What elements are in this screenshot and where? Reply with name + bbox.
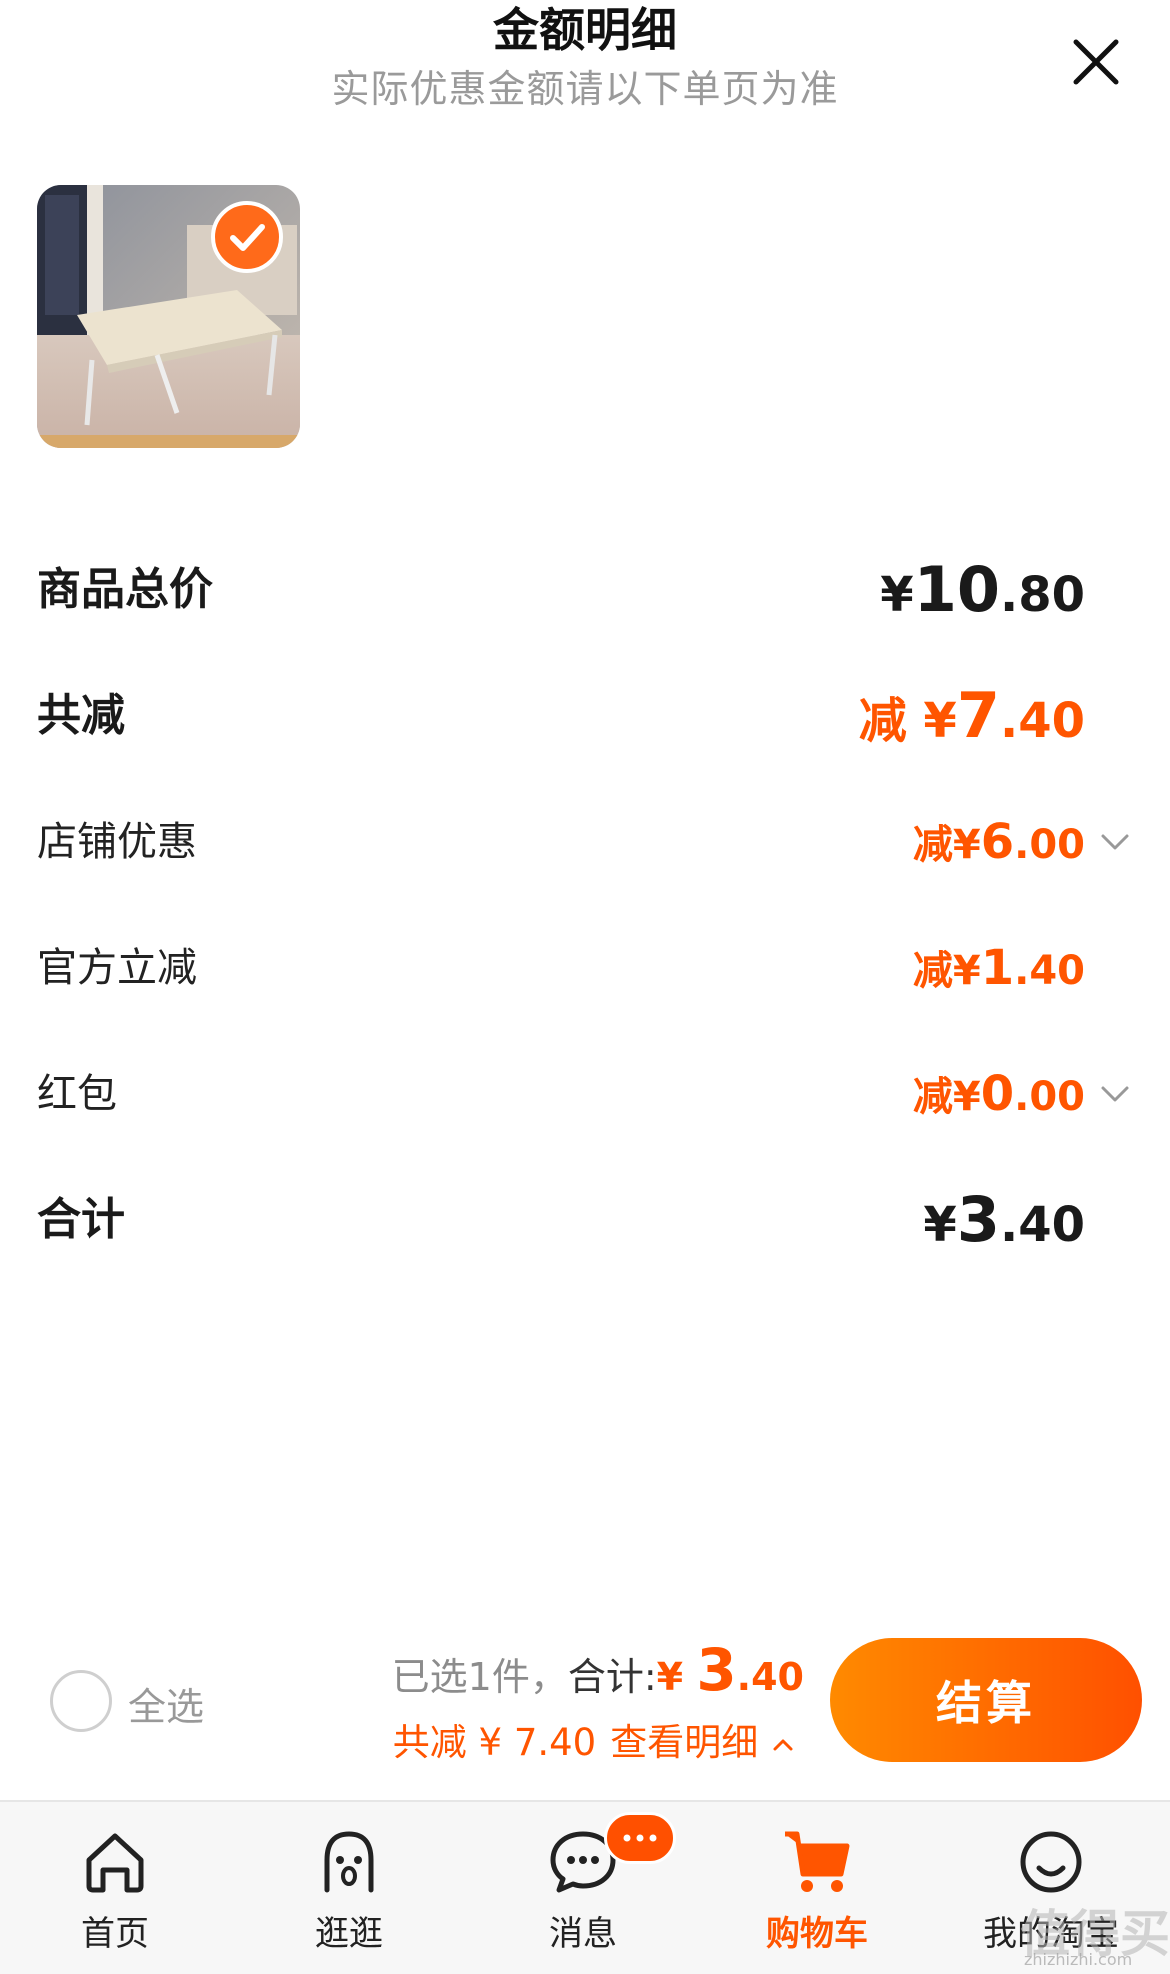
- message-badge: [604, 1812, 676, 1864]
- select-all-checkbox[interactable]: [50, 1670, 112, 1732]
- total-price-label: 商品总价: [37, 564, 213, 615]
- sheet-subtitle: 实际优惠金额请以下单页为准: [331, 67, 839, 111]
- total-discount-label: 共减: [37, 690, 125, 741]
- select-all-label[interactable]: 全选: [128, 1676, 204, 1731]
- profile-smile-icon: [1020, 1831, 1082, 1893]
- total-discount-value: 减 ¥7.40: [858, 679, 1085, 752]
- checkout-discount-text: 共减 ¥ 7.40: [392, 1721, 597, 1764]
- official-discount-value: 减¥1.40: [912, 940, 1085, 996]
- grand-total-value: ¥3.40: [923, 1183, 1085, 1256]
- row-red-packet[interactable]: 红包 减¥0.00: [37, 1054, 1129, 1134]
- row-official-discount: 官方立减 减¥1.40: [37, 928, 1127, 1008]
- chevron-down-icon[interactable]: [1097, 1076, 1133, 1112]
- checkout-summary: 已选1件，合计:¥ 3.40: [391, 1636, 804, 1704]
- check-icon: [230, 224, 265, 251]
- browse-face-icon: [324, 1831, 374, 1893]
- red-packet-value: 减¥0.00: [912, 1066, 1085, 1122]
- product-selected-checkbox[interactable]: [211, 201, 283, 273]
- row-grand-total: 合计 ¥3.40: [37, 1180, 1127, 1260]
- chevron-up-icon[interactable]: [770, 1732, 796, 1758]
- tab-home[interactable]: 首页: [25, 1802, 205, 1974]
- grand-total-label: 合计: [37, 1194, 125, 1245]
- tab-cart[interactable]: 购物车: [727, 1802, 907, 1974]
- bottom-tab-bar: 首页 逛逛 消息 购物车 我的淘宝: [0, 1800, 1170, 1974]
- amount-detail-sheet: 金额明细 实际优惠金额请以下单页为准 商品总价 ¥10.80 共减 减 ¥7.4…: [0, 0, 1170, 1800]
- view-detail-link[interactable]: 查看明细: [610, 1721, 758, 1764]
- cart-icon: [785, 1831, 850, 1892]
- checkout-button[interactable]: 结算: [830, 1638, 1142, 1762]
- total-price-value: ¥10.80: [880, 553, 1085, 626]
- row-total-discount: 共减 减 ¥7.40: [37, 676, 1127, 756]
- tab-browse[interactable]: 逛逛: [259, 1802, 439, 1974]
- row-total-price: 商品总价 ¥10.80: [37, 550, 1127, 630]
- home-icon: [86, 1833, 144, 1893]
- official-discount-label: 官方立减: [37, 945, 197, 991]
- row-shop-discount[interactable]: 店铺优惠 减¥6.00: [37, 802, 1129, 882]
- shop-discount-value: 减¥6.00: [912, 814, 1085, 870]
- sheet-title: 金额明细: [493, 3, 677, 57]
- chevron-down-icon[interactable]: [1097, 824, 1133, 860]
- close-icon[interactable]: [1064, 30, 1128, 94]
- red-packet-label: 红包: [37, 1071, 117, 1117]
- more-dots-icon: [623, 1834, 657, 1842]
- shop-discount-label: 店铺优惠: [37, 819, 197, 865]
- watermark-url: zhizhizhi.com: [1024, 1950, 1133, 1969]
- checkout-discount-summary: 共减 ¥ 7.40 查看明细: [393, 1712, 796, 1766]
